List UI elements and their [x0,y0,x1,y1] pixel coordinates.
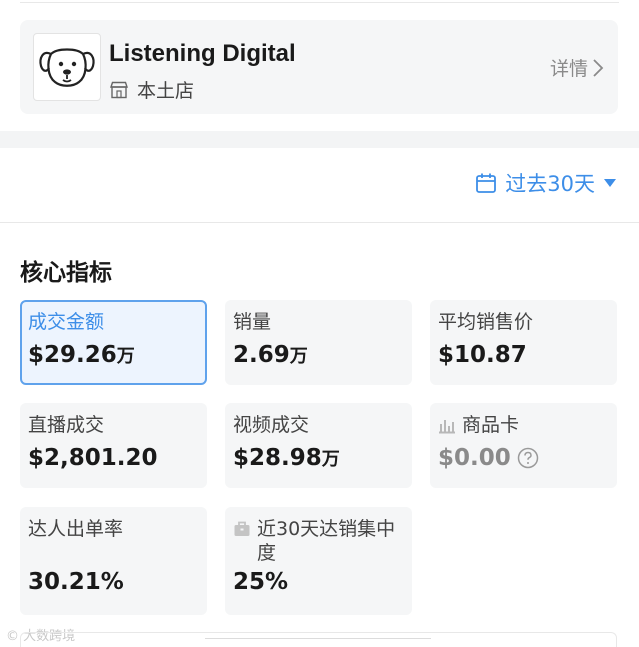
metric-sales-volume[interactable]: 销量 2.69万 [225,300,412,385]
dog-logo-icon [39,48,95,87]
chevron-right-icon [593,58,604,77]
date-range-label: 过去30天 [505,172,595,196]
shop-type: 本土店 [109,76,194,103]
section-title: 核心指标 [20,260,112,286]
metric-gmv[interactable]: 成交金额 $29.26万 [20,300,207,385]
metric-label: 直播成交 [28,414,105,436]
metric-label: 销量 [233,311,272,333]
metric-label: 商品卡 [438,413,609,437]
help-icon[interactable] [517,447,539,469]
metric-creator-order-rate[interactable]: 达人出单率 30.21% [20,507,207,615]
metric-value: $10.87 [438,342,527,368]
calendar-icon [476,173,497,193]
next-section-bar [205,638,431,647]
metric-product-card[interactable]: 商品卡 $0.00 [430,403,617,488]
metric-value: $2,801.20 [28,445,158,471]
shop-card[interactable]: Listening Digital 本土店 详情 [20,20,618,114]
shop-type-label: 本土店 [137,80,195,102]
metric-avg-price[interactable]: 平均销售价 $10.87 [430,300,617,385]
shop-detail-link[interactable]: 详情 [550,54,604,81]
shop-detail-label: 详情 [549,58,588,80]
metric-label: 平均销售价 [438,311,534,333]
shop-name: Listening Digital [109,40,296,67]
date-range-selector[interactable]: 过去30天 [475,168,617,198]
metric-video-gmv[interactable]: 视频成交 $28.98万 [225,403,412,488]
divider [0,222,639,223]
metric-creator-concentration[interactable]: 近30天达销集中度 25% [225,507,412,615]
metric-label: 视频成交 [233,414,310,436]
metric-value: 25% [233,569,289,595]
briefcase-icon [234,521,250,536]
shop-logo [33,33,101,101]
section-spacer [0,131,639,148]
top-divider [20,2,619,3]
store-icon [110,81,128,98]
metric-value: $29.26万 [28,342,135,368]
caret-down-icon [604,179,616,187]
metric-live-gmv[interactable]: 直播成交 $2,801.20 [20,403,207,488]
metric-value: 2.69万 [233,342,308,368]
metric-value: $0.00 [438,445,609,471]
bar-chart-icon [439,420,455,434]
metric-value: 30.21% [28,569,124,595]
metric-label: 成交金额 [28,311,105,333]
metric-value: $28.98万 [233,445,340,471]
metric-label: 达人出单率 [28,518,124,540]
metric-label: 近30天达销集中度 [233,517,404,565]
